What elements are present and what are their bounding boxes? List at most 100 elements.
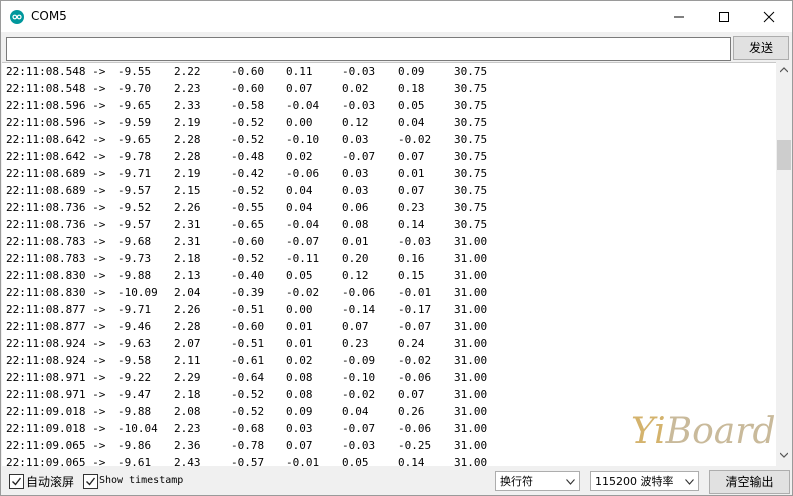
value-cell: 2.31 — [174, 218, 201, 231]
value-cell: -0.25 — [398, 439, 432, 452]
value-cell: 0.12 — [342, 269, 369, 282]
value-cell: 0.11 — [286, 65, 313, 78]
value-cell: 0.08 — [342, 218, 369, 231]
value-cell: -9.63 — [118, 337, 152, 350]
value-cell: -0.52 — [231, 184, 265, 197]
value-cell: -9.86 — [118, 439, 152, 452]
value-cell: -0.52 — [231, 252, 265, 265]
value-cell: -0.10 — [342, 371, 376, 384]
value-cell: -0.11 — [286, 252, 320, 265]
value-cell: 0.03 — [342, 133, 369, 146]
scroll-down-icon[interactable] — [780, 452, 788, 458]
value-cell: -0.09 — [342, 354, 376, 367]
value-cell: -9.61 — [118, 456, 152, 466]
output-line: 22:11:08.689 -> -9.57 2.15 -0.52 0.04 0.03 0.… — [2, 182, 776, 199]
value-cell: 31.00 — [454, 286, 488, 299]
serial-input[interactable] — [6, 37, 731, 61]
scroll-up-icon[interactable] — [780, 67, 788, 73]
value-cell: 0.04 — [286, 201, 313, 214]
value-cell: 0.01 — [398, 167, 425, 180]
value-cell: -0.60 — [231, 65, 265, 78]
arduino-icon — [10, 10, 24, 24]
value-cell: 0.03 — [286, 422, 313, 435]
line-ending-select[interactable]: 换行符 — [495, 471, 580, 491]
value-cell: 0.16 — [398, 252, 425, 265]
value-cell: 0.07 — [398, 150, 425, 163]
checkmark-icon — [86, 477, 96, 486]
show-timestamp-checkbox[interactable] — [83, 474, 98, 489]
value-cell: -0.02 — [342, 388, 376, 401]
value-cell: -0.60 — [231, 235, 265, 248]
value-cell: 0.07 — [342, 320, 369, 333]
value-cell: 0.04 — [398, 116, 425, 129]
value-cell: 31.00 — [454, 320, 488, 333]
chevron-down-icon — [685, 479, 694, 485]
close-button[interactable] — [746, 1, 792, 32]
show-timestamp-label[interactable]: Show timestamp — [99, 475, 183, 486]
output-line: 22:11:08.877 -> -9.71 2.26 -0.51 0.00 -0.14 -… — [2, 301, 776, 318]
value-cell: -0.57 — [231, 456, 265, 466]
timestamp-cell: 22:11:08.642 -> — [6, 133, 112, 146]
value-cell: 30.75 — [454, 184, 488, 197]
value-cell: 31.00 — [454, 354, 488, 367]
value-cell: 30.75 — [454, 218, 488, 231]
value-cell: 0.03 — [342, 167, 369, 180]
value-cell: 2.18 — [174, 252, 201, 265]
value-cell: 31.00 — [454, 337, 488, 350]
output-line: 22:11:08.924 -> -9.63 2.07 -0.51 0.01 0.23 0.… — [2, 335, 776, 352]
timestamp-cell: 22:11:08.924 -> — [6, 337, 112, 350]
value-cell: -0.40 — [231, 269, 265, 282]
value-cell: -9.88 — [118, 405, 152, 418]
value-cell: 0.05 — [286, 269, 313, 282]
value-cell: -0.14 — [342, 303, 376, 316]
value-cell: -9.73 — [118, 252, 152, 265]
timestamp-cell: 22:11:09.018 -> — [6, 422, 112, 435]
send-button[interactable]: 发送 — [733, 36, 789, 60]
value-cell: 30.75 — [454, 133, 488, 146]
value-cell: 0.12 — [342, 116, 369, 129]
value-cell: -0.60 — [231, 82, 265, 95]
timestamp-cell: 22:11:08.877 -> — [6, 320, 112, 333]
autoscroll-checkbox[interactable] — [9, 474, 24, 489]
value-cell: -0.01 — [398, 286, 432, 299]
timestamp-cell: 22:11:08.736 -> — [6, 201, 112, 214]
maximize-button[interactable] — [701, 1, 747, 32]
value-cell: 2.22 — [174, 65, 201, 78]
value-cell: 2.33 — [174, 99, 201, 112]
value-cell: 0.14 — [398, 456, 425, 466]
output-line: 22:11:08.596 -> -9.59 2.19 -0.52 0.00 0.12 0.… — [2, 114, 776, 131]
value-cell: 0.08 — [286, 371, 313, 384]
timestamp-cell: 22:11:08.596 -> — [6, 99, 112, 112]
clear-output-button[interactable]: 清空输出 — [709, 470, 790, 494]
value-cell: -0.55 — [231, 201, 265, 214]
value-cell: 2.28 — [174, 133, 201, 146]
value-cell: 0.26 — [398, 405, 425, 418]
value-cell: 2.19 — [174, 167, 201, 180]
value-cell: -0.17 — [398, 303, 432, 316]
value-cell: 2.29 — [174, 371, 201, 384]
value-cell: -9.22 — [118, 371, 152, 384]
value-cell: -10.04 — [118, 422, 158, 435]
value-cell: -0.02 — [398, 354, 432, 367]
value-cell: -9.65 — [118, 133, 152, 146]
line-ending-value: 换行符 — [500, 475, 533, 488]
value-cell: -0.61 — [231, 354, 265, 367]
autoscroll-label[interactable]: 自动滚屏 — [26, 473, 74, 490]
scrollbar-thumb[interactable] — [777, 140, 791, 170]
output-line: 22:11:08.548 -> -9.55 2.22 -0.60 0.11 -0.03 0… — [2, 63, 776, 80]
timestamp-cell: 22:11:08.971 -> — [6, 388, 112, 401]
output-line: 22:11:08.783 -> -9.73 2.18 -0.52 -0.11 0.20 0… — [2, 250, 776, 267]
baud-rate-select[interactable]: 115200 波特率 — [590, 471, 699, 491]
serial-output[interactable]: 22:11:08.548 -> -9.55 2.22 -0.60 0.11 -0.03 0… — [2, 62, 776, 466]
value-cell: 0.18 — [398, 82, 425, 95]
value-cell: 0.05 — [342, 456, 369, 466]
title-bar: COM5 — [1, 1, 792, 32]
vertical-scrollbar[interactable] — [776, 62, 792, 465]
value-cell: 2.04 — [174, 286, 201, 299]
value-cell: -9.59 — [118, 116, 152, 129]
value-cell: -0.02 — [286, 286, 320, 299]
serial-monitor-window: COM5 发送 22:11:08.548 -> -9.55 2.22 -0.60 0.… — [0, 0, 793, 496]
output-line: 22:11:08.830 -> -9.88 2.13 -0.40 0.05 0.12 0.… — [2, 267, 776, 284]
minimize-button[interactable] — [656, 1, 702, 32]
timestamp-cell: 22:11:09.018 -> — [6, 405, 112, 418]
